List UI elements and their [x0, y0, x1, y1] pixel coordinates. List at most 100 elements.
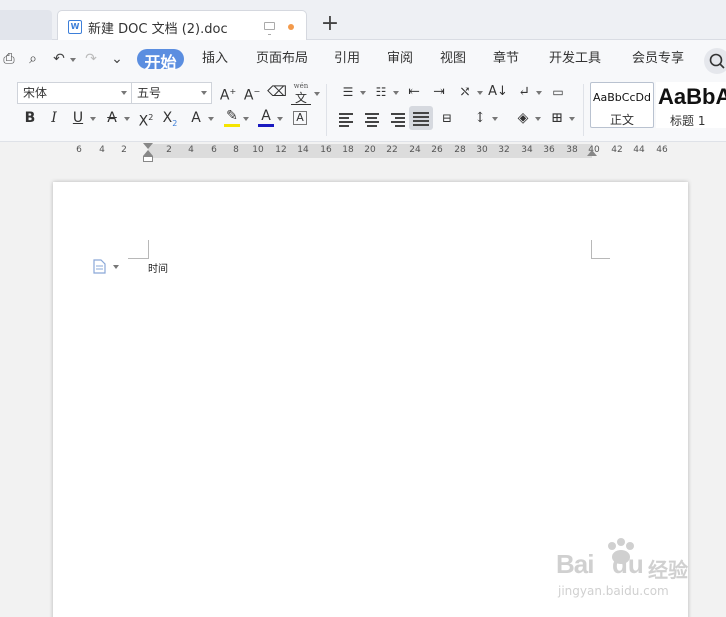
ruler-label: 26 [431, 145, 443, 155]
sort-icon[interactable]: A↓ [488, 82, 508, 102]
menu-chapter[interactable]: 章节 [493, 49, 519, 69]
tab-document[interactable]: W 新建 DOC 文档 (2).doc [57, 10, 307, 41]
chevron-down-icon[interactable] [113, 265, 119, 269]
watermark-brand: Bai [556, 549, 594, 579]
chevron-down-icon[interactable] [569, 117, 575, 121]
tab-document-title: 新建 DOC 文档 (2).doc [88, 22, 228, 37]
style-normal-preview: AaBbCcDd [593, 91, 651, 104]
menu-review[interactable]: 审阅 [387, 49, 413, 69]
align-left-icon[interactable] [339, 112, 355, 127]
ruler-label: 6 [211, 145, 217, 155]
ruler-label: 24 [409, 145, 421, 155]
phonetic-guide-icon[interactable]: wén 文 [291, 80, 311, 105]
chevron-down-icon[interactable] [124, 117, 130, 121]
bold-icon[interactable]: B [20, 108, 40, 128]
chevron-down-icon[interactable] [277, 117, 283, 121]
menu-view[interactable]: 视图 [440, 49, 466, 69]
chevron-down-icon[interactable] [393, 91, 399, 95]
ruler-label: 4 [188, 145, 194, 155]
align-center-icon[interactable] [364, 112, 380, 127]
print-preview-icon[interactable]: ⌕ [24, 50, 42, 68]
first-line-indent-marker[interactable] [143, 143, 153, 149]
subscript-icon[interactable]: X2 [160, 108, 180, 128]
highlight-icon[interactable]: ✎ [222, 106, 242, 127]
chevron-down-icon[interactable] [536, 91, 542, 95]
chevron-down-icon[interactable] [477, 91, 483, 95]
ruler-label: 44 [633, 145, 645, 155]
chevron-down-icon[interactable] [535, 117, 541, 121]
chevron-down-icon [201, 91, 207, 95]
watermark-brand-2: du [612, 549, 644, 579]
strikethrough-icon[interactable]: A [102, 108, 122, 128]
ruler-label: 22 [386, 145, 398, 155]
ruler-label: 2 [121, 145, 127, 155]
chevron-down-icon[interactable] [492, 117, 498, 121]
numbered-list-icon[interactable]: ☷ [371, 82, 391, 102]
chevron-down-icon[interactable] [90, 117, 96, 121]
borders-icon[interactable]: ⊞ [547, 108, 567, 128]
chevron-down-icon[interactable] [314, 92, 320, 96]
style-normal[interactable]: AaBbCcDd 正文 [590, 82, 654, 128]
char-border-icon[interactable]: A [293, 111, 307, 125]
chevron-down-icon [121, 91, 127, 95]
font-size-select[interactable]: 五号 [131, 82, 212, 104]
search-button[interactable] [704, 48, 726, 74]
show-marks-icon[interactable]: ▭ [548, 82, 568, 102]
distributed-align-icon[interactable]: ⊟ [437, 108, 457, 128]
style-heading-1[interactable]: AaBbA 标题 1 [656, 82, 726, 128]
add-tab-icon[interactable]: + [320, 12, 340, 36]
left-indent-marker[interactable] [143, 156, 153, 162]
ruler-label: 36 [543, 145, 555, 155]
line-break-icon[interactable]: ↵ [514, 82, 534, 102]
font-name-select[interactable]: 宋体 [17, 82, 132, 104]
menu-home[interactable]: 开始 [137, 49, 184, 72]
chevron-down-icon[interactable] [208, 117, 214, 121]
group-separator [326, 84, 327, 136]
right-indent-marker[interactable] [587, 150, 597, 156]
underline-icon[interactable]: U [68, 108, 88, 128]
group-separator [583, 84, 584, 136]
justify-button[interactable] [409, 106, 433, 130]
menu-references[interactable]: 引用 [334, 49, 360, 69]
menu-developer[interactable]: 开发工具 [549, 49, 601, 69]
ruler-label: 32 [498, 145, 510, 155]
watermark: Bai du 经验 jingyan.baidu.com [556, 538, 716, 604]
tab-previous[interactable] [0, 10, 52, 40]
redo-icon[interactable]: ↷ [82, 50, 100, 68]
clear-format-icon[interactable]: ⌫ [267, 82, 287, 102]
menu-page-layout[interactable]: 页面布局 [256, 49, 308, 69]
menu-member[interactable]: 会员专享 [632, 49, 684, 69]
text-effect-icon[interactable]: A [186, 108, 206, 128]
decrease-indent-icon[interactable]: ⇤ [404, 82, 424, 102]
ruler-label: 28 [454, 145, 466, 155]
ruler-label: 42 [611, 145, 623, 155]
menu-insert[interactable]: 插入 [202, 49, 228, 69]
italic-icon[interactable]: I [44, 108, 64, 128]
ruler-label: 30 [476, 145, 488, 155]
shading-icon[interactable]: ◈ [513, 108, 533, 128]
chevron-down-icon[interactable] [243, 117, 249, 121]
chevron-down-icon[interactable] [360, 91, 366, 95]
undo-dropdown-icon[interactable] [70, 58, 76, 62]
style-heading-preview: AaBbA [658, 84, 726, 109]
style-normal-label: 正文 [609, 113, 634, 127]
grow-font-icon[interactable]: A+ [218, 82, 238, 104]
text-direction-icon[interactable]: ⤯ [455, 82, 475, 102]
style-heading-label: 标题 1 [670, 114, 706, 128]
more-icon[interactable]: ⌄ [108, 50, 126, 68]
superscript-icon[interactable]: X2 [136, 108, 156, 130]
ruler-label: 10 [252, 145, 264, 155]
print-icon[interactable]: ⎙ [0, 50, 18, 68]
monitor-icon[interactable] [264, 22, 275, 35]
bullet-list-icon[interactable]: ☰ [338, 82, 358, 102]
font-color-icon[interactable]: A [256, 106, 276, 127]
undo-icon[interactable]: ↶ [50, 50, 68, 68]
align-right-icon[interactable] [389, 112, 405, 127]
shrink-font-icon[interactable]: A− [242, 82, 262, 104]
paragraph-layout-icon[interactable] [93, 259, 106, 274]
line-spacing-icon[interactable]: ↕ [470, 108, 490, 128]
ruler-label: 2 [166, 145, 172, 155]
crop-mark-top-left [128, 240, 149, 259]
document-text[interactable]: 时间 [148, 260, 168, 275]
increase-indent-icon[interactable]: ⇥ [429, 82, 449, 102]
